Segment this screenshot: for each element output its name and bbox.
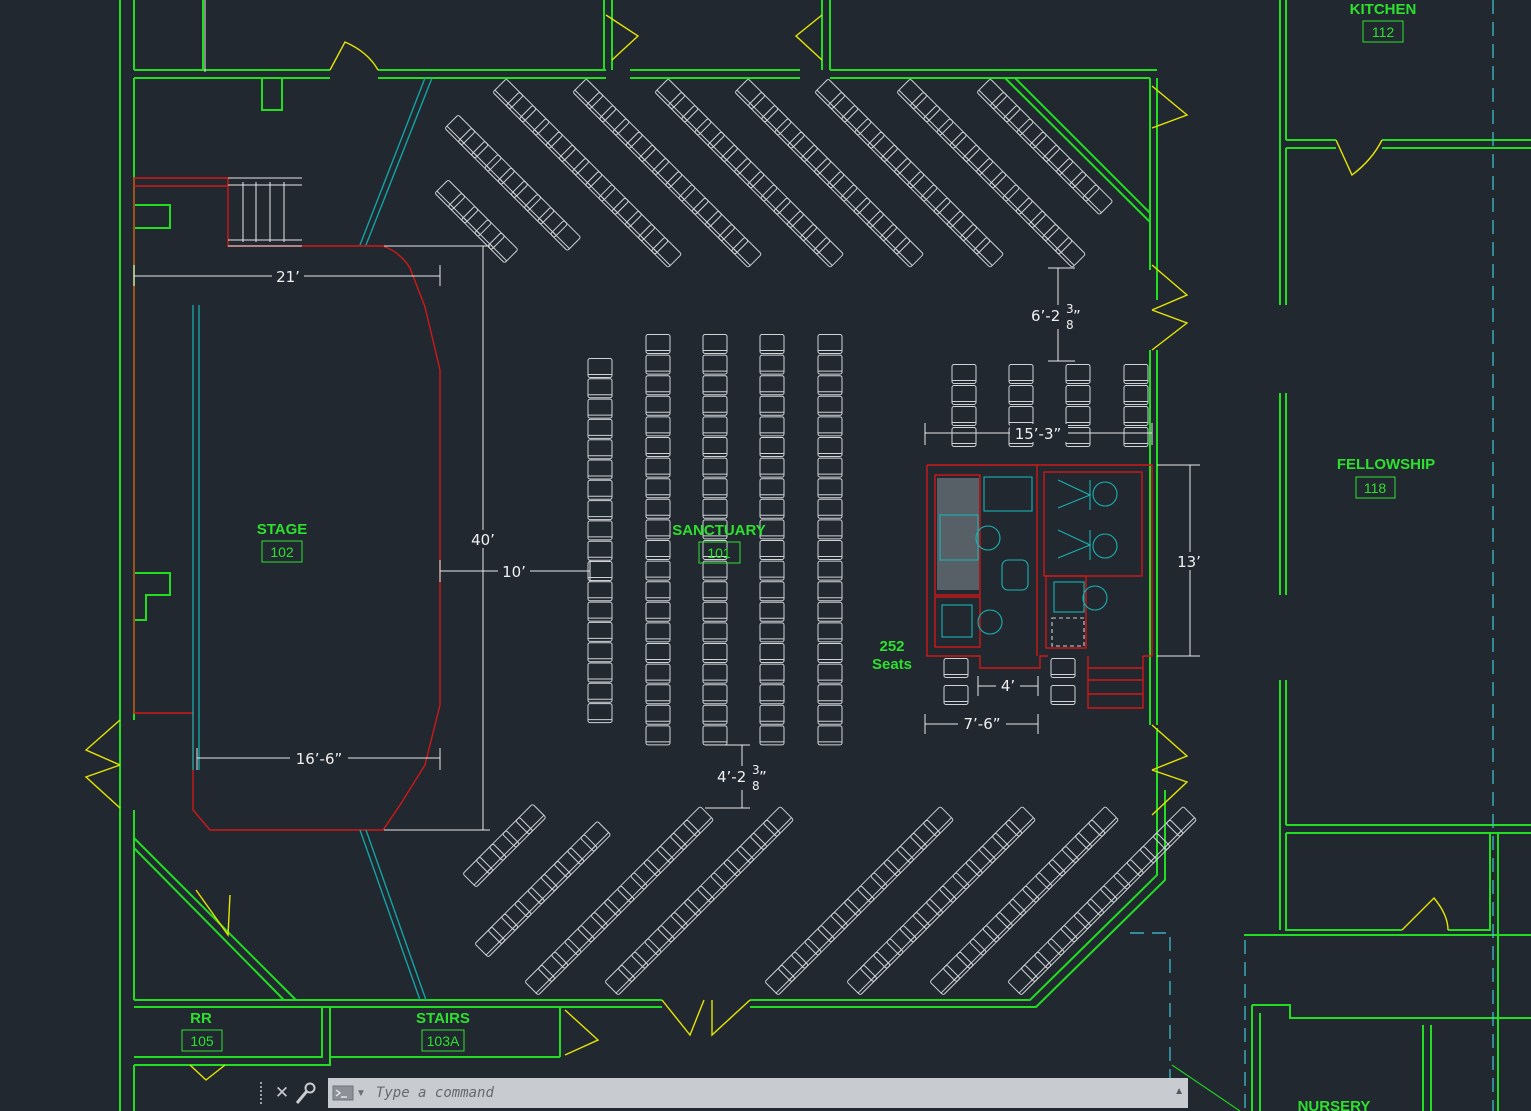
dim-booth-depth: 13’: [1177, 553, 1201, 571]
dim-aisle-bottom: 4’-2: [717, 768, 746, 786]
dim-stage-depth: 40’: [471, 531, 495, 549]
seat-count-number: 252: [879, 638, 904, 655]
chevron-down-icon[interactable]: ▼: [356, 1088, 366, 1099]
room-sanctuary-number: 101: [707, 545, 731, 561]
dim-booth-step: 4’: [1001, 677, 1015, 695]
room-stage-number: 102: [270, 544, 294, 560]
dim-booth-width: 15’-3”: [1015, 425, 1062, 443]
dim-aisle-bottom-inch: ”: [759, 768, 767, 786]
room-stage-name: STAGE: [257, 521, 308, 538]
command-input-field[interactable]: ▼ ▲: [328, 1078, 1188, 1108]
room-stairs-number: 103A: [427, 1033, 460, 1049]
seat-count-label: Seats: [872, 656, 912, 673]
dim-stage-to-seats: 10’: [502, 563, 526, 581]
drag-handle-icon[interactable]: [260, 1082, 268, 1104]
floor-plan-drawing[interactable]: KITCHEN 112 FELLOWSHIP 118 STAGE 102 SAN…: [0, 0, 1531, 1111]
room-kitchen-name: KITCHEN: [1350, 1, 1417, 18]
dim-aisle-top: 6’-2: [1031, 307, 1060, 325]
room-kitchen-number: 112: [1372, 24, 1395, 40]
room-nursery-name: NURSERY: [1298, 1098, 1371, 1111]
dim-stage-width: 21’: [276, 268, 300, 286]
close-icon[interactable]: ✕: [274, 1083, 290, 1103]
wrench-icon[interactable]: [294, 1081, 316, 1105]
dim-booth-seat-block: 7’-6”: [963, 715, 1000, 733]
dim-aisle-top-inch: ”: [1073, 307, 1081, 325]
room-rr-number: 105: [190, 1033, 214, 1049]
room-fellowship-number: 118: [1364, 480, 1387, 496]
room-sanctuary-name: SANCTUARY: [672, 522, 766, 539]
command-line-bar: ✕ ▼ ▲: [258, 1078, 1188, 1108]
room-stairs-name: STAIRS: [416, 1010, 470, 1027]
cad-window: KITCHEN 112 FELLOWSHIP 118 STAGE 102 SAN…: [0, 0, 1531, 1111]
room-fellowship-name: FELLOWSHIP: [1337, 456, 1435, 473]
chevron-up-icon[interactable]: ▲: [1174, 1086, 1184, 1097]
command-input[interactable]: [375, 1080, 1136, 1106]
room-rr-name: RR: [190, 1010, 212, 1027]
command-prompt-icon[interactable]: [332, 1085, 354, 1101]
dim-stage-inner: 16’-6”: [296, 750, 343, 768]
